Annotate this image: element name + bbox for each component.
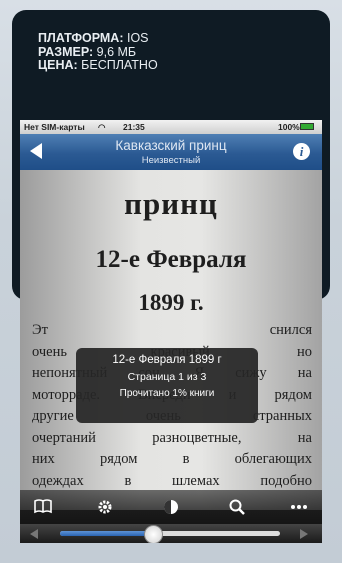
platform-label: ПЛАТФОРМА:: [38, 31, 124, 45]
text-word: очень: [32, 343, 67, 360]
page-date: 12-е Февраля: [95, 246, 247, 273]
text-word: них: [32, 451, 55, 467]
brightness-icon[interactable]: [162, 498, 180, 516]
text-word: странных: [252, 408, 312, 424]
price-value: БЕСПЛАТНО: [81, 58, 158, 72]
price-row: ЦЕНА: БЕСПЛАТНО: [38, 58, 158, 73]
book-title: Кавказский принц: [115, 138, 227, 153]
time-label: 21:35: [123, 122, 145, 132]
battery-label: 100%: [278, 122, 300, 132]
popup-progress: Прочитано 1% книги: [119, 388, 215, 399]
app-info: ПЛАТФОРМА: IOS РАЗМЕР: 9,6 МБ ЦЕНА: БЕСП…: [38, 31, 158, 73]
text-word: Эт: [32, 322, 48, 338]
text-line: них рядом в облегающих: [32, 449, 312, 471]
page-slider-bar: [20, 524, 322, 543]
text-word: но: [296, 343, 312, 360]
book-icon[interactable]: [34, 498, 52, 516]
size-label: РАЗМЕР:: [38, 44, 94, 59]
page-year: 1899 г.: [138, 290, 204, 315]
gear-icon[interactable]: [96, 498, 114, 516]
text-word: очертаний: [32, 429, 96, 446]
battery-icon: [300, 123, 314, 130]
nav-bar: Кавказский принц Неизвестный i: [20, 134, 322, 171]
text-word: в: [182, 451, 190, 467]
book-author: Неизвестный: [141, 155, 201, 166]
text-word: рядом: [99, 451, 138, 467]
size-value: 9,6 МБ: [96, 44, 137, 59]
slider-fill: [60, 531, 153, 536]
text-word: шлемах: [172, 472, 220, 489]
next-page-icon[interactable]: [300, 529, 308, 539]
text-word: снился: [269, 322, 312, 338]
book-page[interactable]: принц 12-е Февраля 1899 г. Эт снился очень…: [20, 170, 322, 510]
page-info-popup: 12-е Февраля 1899 г Страница 1 из 3 Проч…: [76, 348, 258, 423]
size-row: РАЗМЕР: 9,6 МБ: [38, 44, 158, 60]
wifi-icon: ◠: [98, 122, 106, 132]
info-icon[interactable]: i: [293, 143, 310, 160]
page-heading: принц: [124, 186, 218, 221]
previous-page-icon[interactable]: [30, 529, 38, 539]
search-icon[interactable]: [228, 498, 246, 516]
page-slider[interactable]: [60, 525, 280, 543]
text-word: разноцветные,: [152, 429, 242, 446]
text-line: Эт снился: [32, 320, 312, 342]
slider-thumb[interactable]: [143, 525, 163, 543]
text-word: на: [297, 365, 312, 381]
price-label: ЦЕНА:: [38, 58, 78, 72]
text-word: одеждах: [32, 472, 84, 489]
carrier-label: Нет SIM-карты: [24, 122, 85, 132]
status-bar: Нет SIM-карты ◠ 21:35 100%: [20, 120, 322, 134]
popup-page: Страница 1 из 3: [127, 371, 207, 383]
platform-row: ПЛАТФОРМА: IOS: [38, 31, 158, 46]
more-icon[interactable]: [290, 498, 308, 516]
text-word: другие: [32, 408, 74, 424]
phone-screenshot: Нет SIM-карты ◠ 21:35 100% Кавказский пр…: [20, 120, 322, 543]
text-line: одеждах в шлемах подобно: [32, 471, 312, 493]
text-word: подобно: [260, 472, 312, 489]
text-word: облегающих: [234, 451, 312, 467]
text-word: рядом: [274, 386, 312, 403]
popup-date: 12-е Февраля 1899 г: [112, 354, 222, 366]
text-word: в: [124, 472, 132, 489]
reader-toolbar: [20, 490, 322, 524]
text-word: на: [297, 429, 312, 446]
platform-value: IOS: [126, 31, 149, 45]
text-line: очертаний разноцветные, на: [32, 428, 312, 450]
